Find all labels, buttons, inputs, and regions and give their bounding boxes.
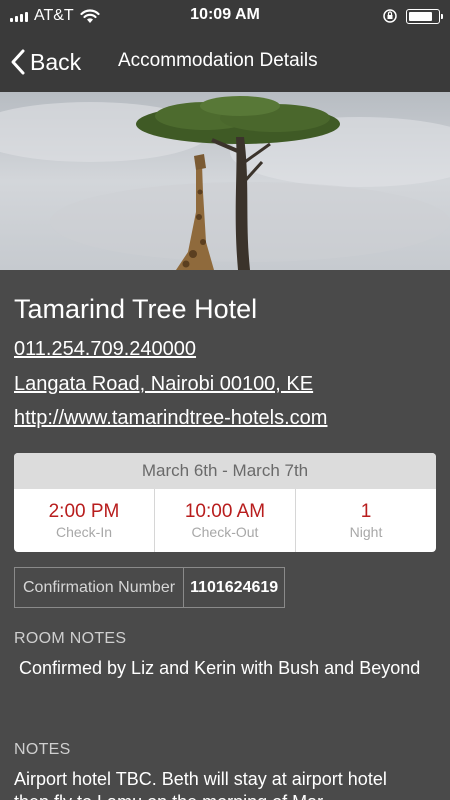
hotel-phone-link[interactable]: 011.254.709.240000 bbox=[14, 338, 196, 361]
battery-icon bbox=[406, 8, 443, 24]
stay-dates-card: March 6th - March 7th 2:00 PM Check-In 1… bbox=[14, 453, 436, 552]
nights-label: Night bbox=[349, 524, 383, 540]
navigation-bar: Back Accommodation Details bbox=[0, 32, 450, 92]
details-content: Tamarind Tree Hotel 011.254.709.240000 L… bbox=[0, 270, 450, 800]
nights-count: 1 bbox=[360, 501, 372, 522]
battery-level-fill bbox=[409, 11, 432, 21]
check-in-cell: 2:00 PM Check-In bbox=[14, 489, 155, 552]
hotel-address-link[interactable]: Langata Road, Nairobi 00100, KE bbox=[14, 373, 313, 396]
notes-text: Airport hotel TBC. Beth will stay at air… bbox=[14, 769, 387, 800]
back-button[interactable]: Back bbox=[10, 42, 81, 82]
hotel-name: Tamarind Tree Hotel bbox=[14, 294, 258, 324]
hotel-photo bbox=[0, 92, 450, 270]
room-notes-title: ROOM NOTES bbox=[14, 630, 127, 647]
check-in-time: 2:00 PM bbox=[48, 501, 120, 522]
check-out-time: 10:00 AM bbox=[184, 501, 266, 522]
confirmation-number: 1101624619 bbox=[190, 579, 279, 596]
room-notes-text: Confirmed by Liz and Kerin with Bush and… bbox=[14, 658, 421, 678]
orientation-lock-icon bbox=[383, 9, 397, 23]
check-in-label: Check-In bbox=[55, 524, 113, 540]
status-right bbox=[382, 8, 443, 24]
back-label: Back bbox=[30, 48, 82, 75]
check-out-cell: 10:00 AM Check-Out bbox=[155, 489, 296, 552]
stay-details-row: 2:00 PM Check-In 10:00 AM Check-Out 1 Ni… bbox=[14, 489, 436, 552]
date-range: March 6th - March 7th bbox=[14, 453, 436, 489]
status-bar: AT&T 10:09 AM bbox=[0, 0, 450, 32]
notes-title: NOTES bbox=[14, 741, 71, 758]
check-out-label: Check-Out bbox=[191, 524, 259, 540]
nights-cell: 1 Night bbox=[296, 489, 436, 552]
confirmation-label: Confirmation Number bbox=[15, 568, 185, 607]
chevron-left-icon bbox=[11, 49, 25, 75]
confirmation-box: Confirmation Number 1101624619 bbox=[14, 567, 286, 608]
page-title: Accommodation Details bbox=[118, 50, 318, 71]
hotel-website-link[interactable]: http://www.tamarindtree-hotels.com bbox=[14, 407, 327, 430]
